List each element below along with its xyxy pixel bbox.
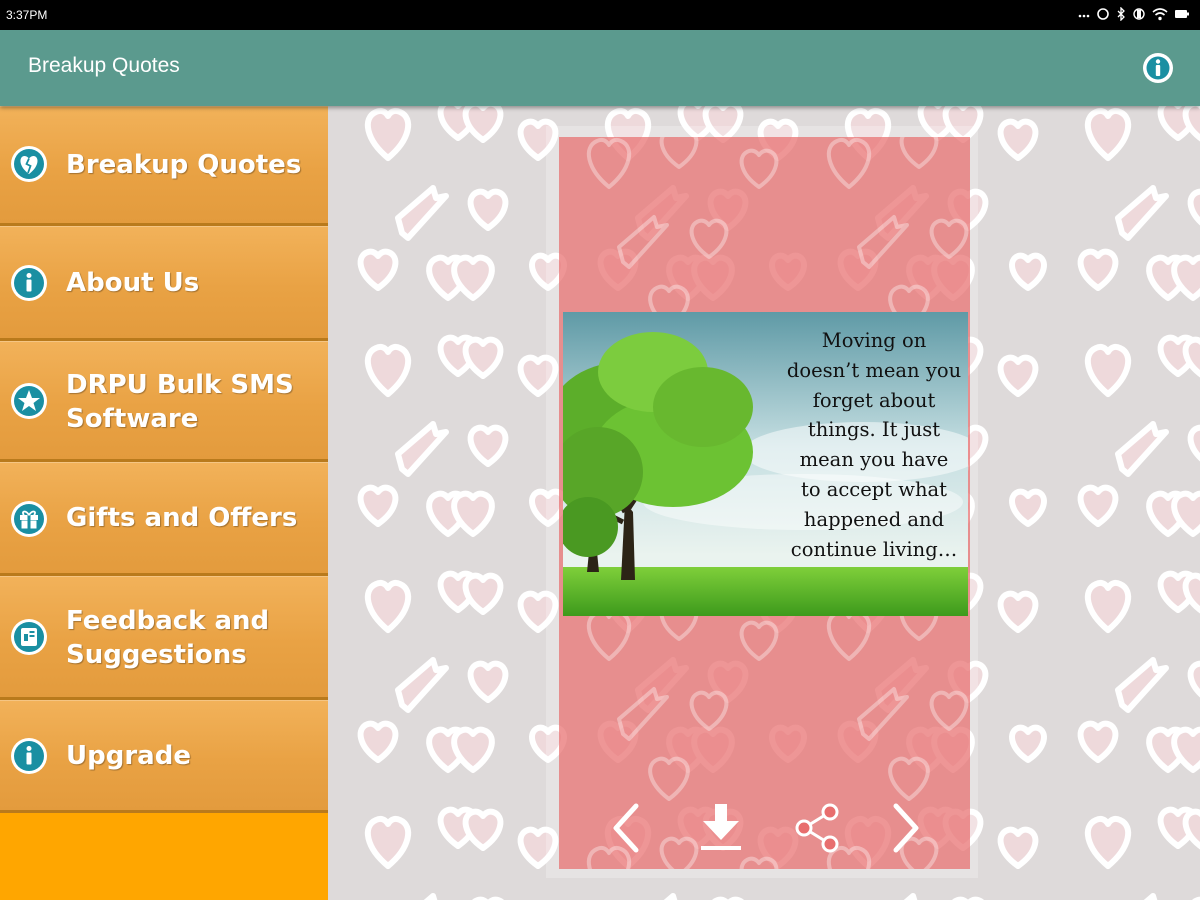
menu-item-upgrade[interactable]: Upgrade	[0, 700, 328, 813]
quote-line: mean you have	[799, 448, 949, 472]
menu-item-feedback-and-suggestions[interactable]: Feedback and Suggestions	[0, 576, 328, 700]
menu-label: DRPU Bulk SMS Software	[66, 370, 294, 434]
battery-icon	[1175, 10, 1189, 18]
dots-icon	[1078, 14, 1090, 18]
quote-line: to accept what	[800, 477, 947, 501]
info-icon[interactable]	[1142, 52, 1174, 84]
feedback-icon	[11, 619, 47, 655]
status-time: 3:37PM	[6, 8, 48, 22]
next-icon[interactable]	[878, 798, 934, 858]
previous-icon[interactable]	[598, 798, 654, 858]
info-icon	[11, 265, 47, 301]
share-icon[interactable]	[790, 798, 846, 858]
star-icon	[11, 383, 47, 419]
menu-label: Gifts and Offers	[66, 503, 298, 533]
download-icon[interactable]	[693, 798, 749, 858]
bluetooth-icon	[1117, 7, 1125, 21]
quote-line: doesn’t mean you	[786, 358, 962, 382]
app-title: Breakup Quotes	[28, 54, 180, 77]
status-icons	[1078, 7, 1190, 21]
quote-line: continue living…	[790, 537, 958, 561]
broken-heart-icon	[11, 146, 47, 182]
info-icon	[11, 738, 47, 774]
status-bar: 3:37PM	[0, 0, 1200, 30]
menu-item-about-us[interactable]: About Us	[0, 226, 328, 341]
menu-item-gifts-and-offers[interactable]: Gifts and Offers	[0, 462, 328, 576]
menu-label: Breakup Quotes	[66, 150, 302, 180]
quote-line: forget about	[812, 388, 936, 412]
quote-line: things. It just	[807, 418, 941, 442]
menu-label: Feedback and Suggestions	[66, 606, 270, 670]
quote-line: happened and	[803, 507, 945, 531]
menu-item-breakup-quotes[interactable]: Breakup Quotes	[0, 106, 328, 226]
wifi-icon	[1152, 8, 1168, 21]
alarm-icon	[1097, 8, 1109, 20]
quote-line: Moving on	[821, 329, 927, 352]
rotate-icon	[1133, 8, 1145, 20]
menu-item-drpu-bulk-sms[interactable]: DRPU Bulk SMS Software	[0, 341, 328, 462]
menu-label: Upgrade	[66, 741, 191, 771]
app-bar: Breakup Quotes	[0, 30, 1200, 106]
quote-image: Moving on doesn’t mean you forget about …	[563, 312, 968, 616]
menu-label: About Us	[66, 268, 200, 298]
navigation-drawer: Breakup Quotes About Us DRPU Bulk SMS So…	[0, 106, 328, 900]
gift-icon	[11, 501, 47, 537]
quote-text: Moving on doesn’t mean you forget about …	[777, 326, 968, 564]
